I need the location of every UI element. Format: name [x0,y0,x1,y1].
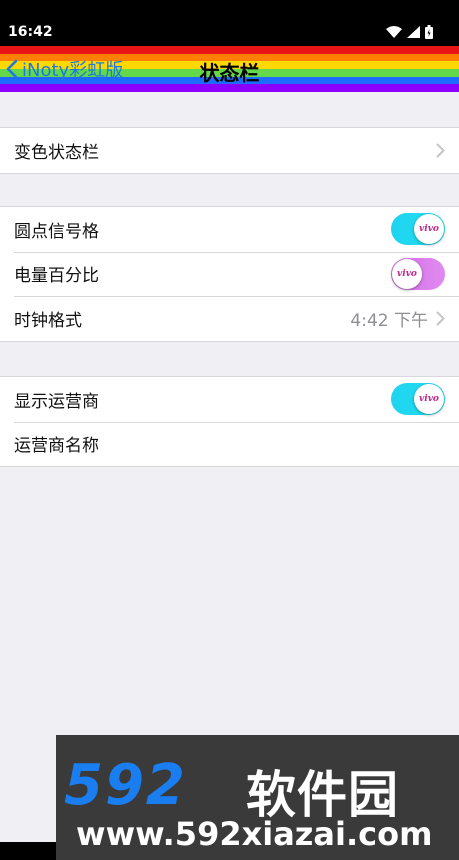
toggle-knob: vivo [392,258,422,289]
row-label: 圆点信号格 [14,221,99,242]
row-label: 显示运营商 [14,391,99,412]
settings-group-1: 变色状态栏 [0,127,459,174]
row-battery-percent: 电量百分比 vivo [0,251,459,297]
settings-group-3: 显示运营商 vivo 运营商名称 [0,376,459,467]
chevron-right-icon [436,311,445,326]
row-color-statusbar[interactable]: 变色状态栏 [0,128,459,173]
row-label: 运营商名称 [14,436,99,457]
battery-icon [425,25,433,39]
signal-icon [407,26,420,38]
watermark: 592 软件园 www.592xiazai.com [56,735,459,860]
row-label: 电量百分比 [14,266,99,287]
watermark-url: www.592xiazai.com [76,815,433,853]
battery-percent-toggle[interactable]: vivo [391,257,445,290]
toggle-knob: vivo [414,214,444,245]
row-show-carrier: 显示运营商 vivo [0,377,459,422]
show-carrier-toggle[interactable]: vivo [391,383,445,416]
page-title: 状态栏 [199,61,260,85]
row-clock-format[interactable]: 时钟格式 4:42 下午 [0,296,459,341]
status-bar: 16:42 [0,0,459,46]
dot-signal-toggle[interactable]: vivo [391,213,445,246]
row-label: 变色状态栏 [14,142,99,163]
settings-group-2: 圆点信号格 vivo 电量百分比 vivo 时钟格式 4:42 下午 [0,206,459,342]
clock-format-value: 4:42 下午 [350,310,428,331]
row-carrier-name[interactable]: 运营商名称 [0,421,459,467]
row-label: 时钟格式 [14,310,82,331]
wifi-icon [386,26,402,38]
row-dot-signal: 圆点信号格 vivo [0,207,459,252]
status-time: 16:42 [8,24,53,40]
nav-strip [0,842,56,860]
toggle-knob: vivo [414,384,444,415]
watermark-number: 592 [64,753,187,818]
chevron-right-icon [436,143,445,158]
status-icons [386,25,433,39]
nav-bar: iNoty彩虹版 状态栏 [0,46,459,93]
